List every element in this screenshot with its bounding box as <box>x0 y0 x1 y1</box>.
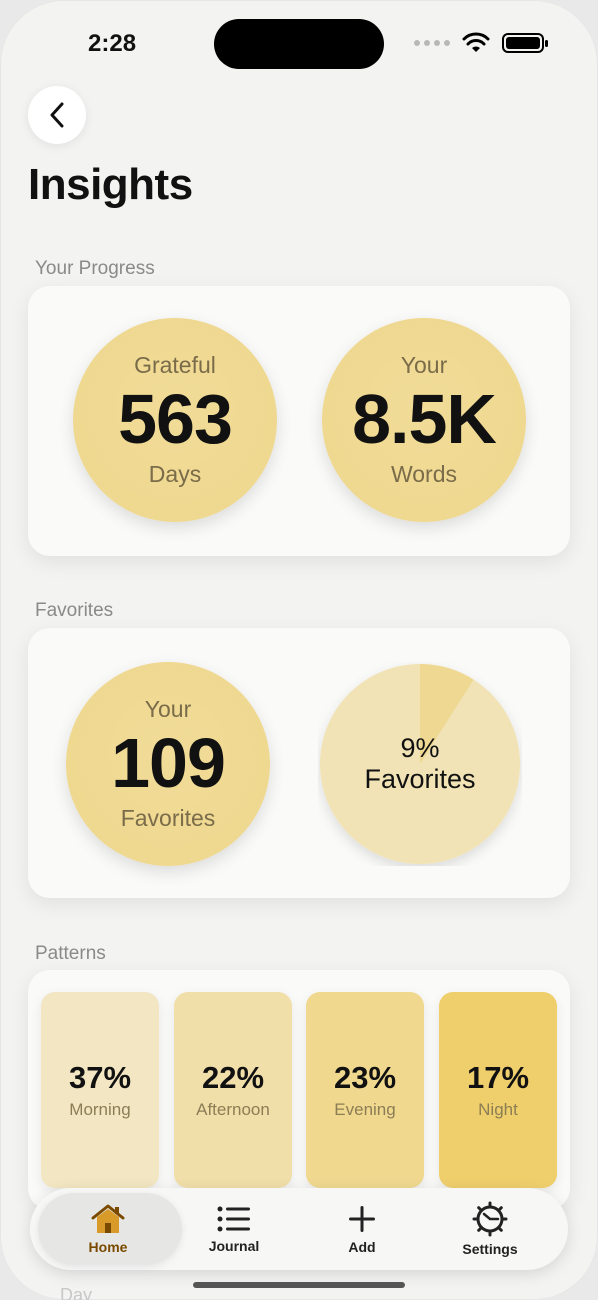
favorites-bottom-label: Favorites <box>120 804 216 831</box>
pattern-tile-morning: 37% Morning <box>41 992 159 1188</box>
pattern-tile-afternoon: 22% Afternoon <box>174 992 292 1188</box>
back-button[interactable] <box>28 86 86 144</box>
section-label-peek: Day <box>60 1285 93 1300</box>
pie-label: 9% Favorites <box>318 662 522 866</box>
words-top-label: Your <box>400 352 448 379</box>
days-value: 563 <box>118 380 233 459</box>
section-label-favorites: Favorites <box>35 600 114 621</box>
cellular-dots-icon <box>414 40 450 46</box>
progress-card: Grateful 563 Days Your 8.5K Words <box>28 286 570 556</box>
tab-add[interactable]: Add <box>295 1188 429 1270</box>
pie-caption: Favorites <box>364 764 476 794</box>
battery-icon <box>502 33 548 53</box>
home-indicator <box>193 1282 405 1288</box>
tab-label-settings: Settings <box>462 1241 518 1257</box>
days-top-label: Grateful <box>134 352 216 379</box>
pattern-label: Evening <box>334 1100 396 1119</box>
words-bottom-label: Words <box>390 460 458 487</box>
tab-home[interactable]: Home <box>34 1188 182 1270</box>
status-icons <box>414 32 548 54</box>
tab-settings[interactable]: Settings <box>423 1188 557 1270</box>
words-value: 8.5K <box>352 380 497 459</box>
pattern-tile-night: 17% Night <box>439 992 557 1188</box>
dynamic-island <box>214 19 384 69</box>
home-icon <box>91 1204 125 1233</box>
section-label-progress: Your Progress <box>35 258 155 279</box>
tab-label-home: Home <box>88 1239 128 1255</box>
page-title: Insights <box>28 160 193 209</box>
wifi-icon <box>462 32 490 52</box>
tab-label-journal: Journal <box>208 1238 260 1254</box>
pie-percent: 9% <box>400 733 440 763</box>
chevron-left-icon <box>50 102 64 128</box>
section-label-patterns: Patterns <box>35 943 106 964</box>
pattern-label: Afternoon <box>196 1100 270 1119</box>
days-circle: Grateful 563 Days <box>73 318 277 522</box>
pattern-percent: 23% <box>333 1060 397 1095</box>
pattern-label: Morning <box>69 1100 131 1119</box>
app-screen: 2:28 Insights Your Progress Grateful 563… <box>0 0 598 1300</box>
favorites-pie: 9% Favorites <box>318 662 522 866</box>
plus-icon <box>349 1206 375 1232</box>
pattern-percent: 17% <box>466 1060 530 1095</box>
days-bottom-label: Days <box>148 460 202 487</box>
favorites-top-label: Your <box>144 696 192 723</box>
status-time: 2:28 <box>88 30 137 57</box>
tab-bar: Home Journal Add Settings <box>30 1188 568 1270</box>
favorites-count-circle: Your 109 Favorites <box>66 662 270 866</box>
pattern-percent: 37% <box>68 1060 132 1095</box>
pattern-label: Night <box>478 1100 518 1119</box>
tab-journal[interactable]: Journal <box>167 1188 301 1270</box>
list-icon <box>217 1206 250 1232</box>
words-circle: Your 8.5K Words <box>322 318 526 522</box>
favorites-value: 109 <box>111 724 226 803</box>
tab-label-add: Add <box>348 1239 376 1255</box>
pattern-percent: 22% <box>201 1060 265 1095</box>
gear-icon <box>472 1201 508 1237</box>
pattern-tile-evening: 23% Evening <box>306 992 424 1188</box>
favorites-card: Your 109 Favorites 9% Favorites <box>28 628 570 898</box>
